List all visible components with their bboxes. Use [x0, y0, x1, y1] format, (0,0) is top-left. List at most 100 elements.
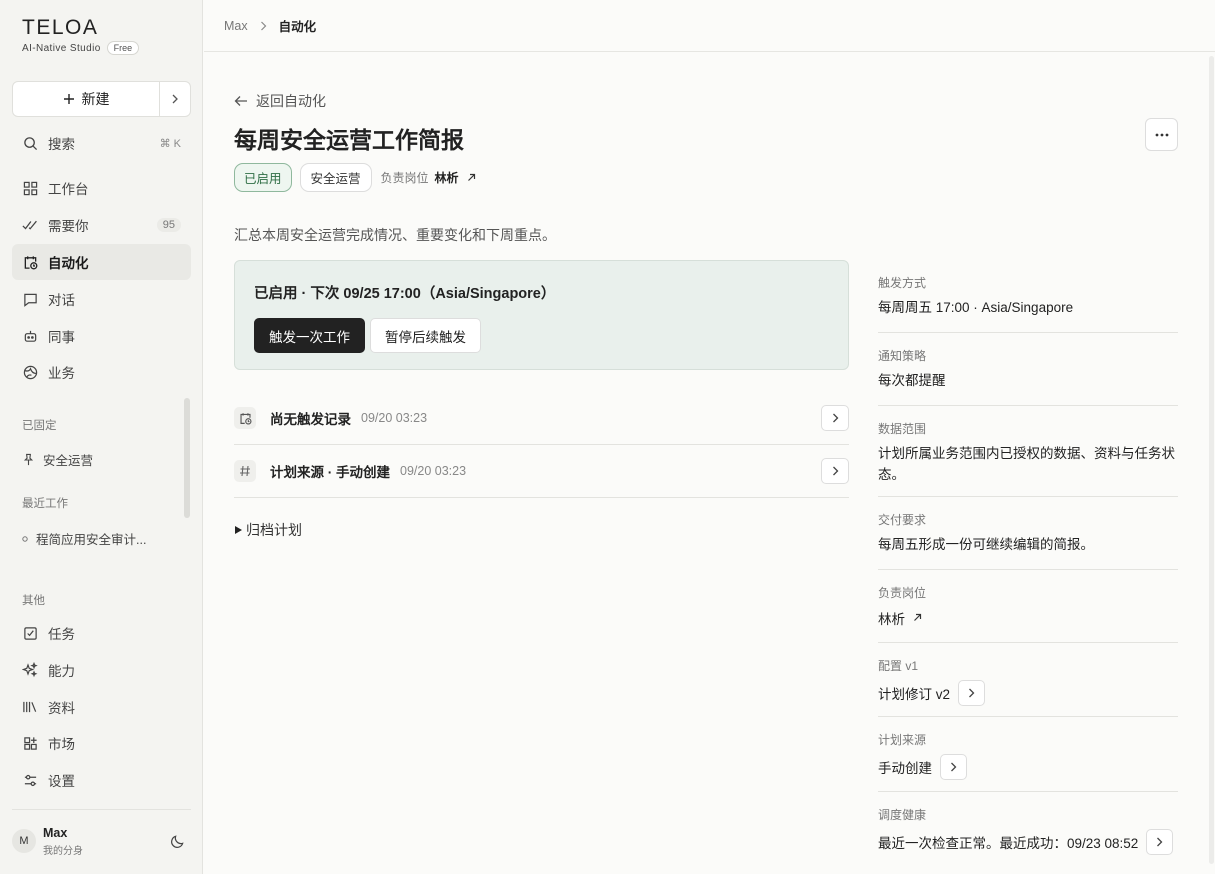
chat-icon: [22, 291, 38, 307]
category-tag[interactable]: 安全运营: [299, 163, 372, 192]
avatar: M: [12, 829, 36, 853]
trigger-once-button[interactable]: 触发一次工作: [254, 318, 365, 353]
list-item[interactable]: 计划来源 · 手动创建 09/20 03:23: [234, 445, 849, 498]
config-open-button[interactable]: [958, 680, 986, 706]
brand-logo[interactable]: TELOA AI-Native Studio Free: [22, 16, 140, 55]
new-button-label: 新建: [81, 91, 110, 107]
chevron-right-icon: [260, 21, 267, 31]
calendar-clock-icon: [22, 254, 38, 270]
list-item[interactable]: 尚无触发记录 09/20 03:23: [234, 392, 849, 445]
back-link[interactable]: 返回自动化: [234, 91, 326, 111]
sidebar-item-settings[interactable]: 设置: [12, 762, 191, 798]
brand-subtitle: AI-Native Studio: [22, 42, 101, 54]
detail-value: 最近一次检查正常。最近成功：09/23 08:52: [878, 836, 1139, 851]
detail-schedule-health: 调度健康 最近一次检查正常。最近成功：09/23 08:52: [878, 792, 1178, 865]
row-time: 09/20 03:23: [400, 464, 467, 478]
health-open-button[interactable]: [1146, 829, 1174, 855]
detail-source: 计划来源 手动创建: [878, 717, 1178, 792]
sidebar-item-search[interactable]: 搜索 ⌘ K: [12, 125, 191, 161]
user-profile[interactable]: M Max 我的分身: [12, 822, 191, 860]
detail-label: 负责岗位: [878, 586, 927, 600]
detail-value: 林析: [878, 611, 905, 627]
source-open-button[interactable]: [940, 754, 967, 780]
sidebar-item-automation[interactable]: 自动化: [12, 244, 191, 280]
row-title: 尚无触发记录: [270, 412, 351, 427]
search-icon: [22, 135, 38, 151]
sidebar-divider: [12, 809, 191, 810]
sparkle-icon: [22, 662, 38, 678]
sidebar-item-label: 能力: [48, 664, 75, 679]
pinned-item-label: 安全运营: [43, 454, 94, 468]
breadcrumb-parent[interactable]: Max: [224, 19, 248, 33]
recent-item[interactable]: 程简应用安全审计...: [22, 529, 146, 548]
plus-icon: [63, 93, 75, 105]
page-title: 每周安全运营工作简报: [234, 127, 464, 153]
detail-label: 通知策略: [878, 349, 927, 363]
next-run-status: 已启用 · 下次 09/25 17:00（Asia/Singapore）: [254, 286, 556, 302]
detail-owner: 负责岗位 林析: [878, 570, 1178, 643]
needs-you-count-badge: 95: [156, 218, 181, 232]
detail-value: 手动创建: [878, 761, 932, 776]
sidebar-item-label: 业务: [48, 366, 75, 381]
pause-trigger-button[interactable]: 暂停后续触发: [370, 318, 481, 353]
sliders-icon: [22, 772, 38, 788]
new-menu-button[interactable]: [159, 82, 190, 116]
moon-icon[interactable]: [170, 834, 185, 849]
more-horizontal-icon: [1155, 133, 1169, 137]
dot-icon: [22, 535, 28, 542]
row-open-button[interactable]: [821, 405, 849, 431]
sidebar-item-label: 搜索: [48, 137, 75, 152]
triangle-right-icon: [234, 525, 243, 535]
hash-icon: [234, 460, 256, 482]
pin-icon: [22, 453, 35, 467]
sidebar-item-workbench[interactable]: 工作台: [12, 170, 191, 206]
external-link-icon[interactable]: [467, 173, 476, 182]
sidebar-item-colleagues[interactable]: 同事: [12, 318, 191, 354]
sidebar-scrollbar[interactable]: [184, 398, 190, 518]
status-card: 已启用 · 下次 09/25 17:00（Asia/Singapore） 触发一…: [234, 260, 849, 370]
check-square-icon: [22, 625, 38, 641]
detail-data-scope: 数据范围 计划所属业务范围内已授权的数据、资料与任务状态。: [878, 406, 1178, 497]
owner-label: 负责岗位: [380, 171, 429, 185]
pinned-section-title: 已固定: [22, 420, 57, 432]
archive-label: 归档计划: [246, 522, 302, 538]
sidebar-item-label: 设置: [48, 774, 75, 789]
chevron-right-icon: [832, 413, 838, 423]
back-link-label: 返回自动化: [256, 93, 326, 109]
double-check-icon: [22, 217, 38, 233]
sidebar-item-label: 资料: [48, 701, 75, 716]
sidebar-item-library[interactable]: 资料: [12, 689, 191, 725]
sidebar-item-chat[interactable]: 对话: [12, 281, 191, 317]
detail-label: 配置 v1: [878, 659, 919, 673]
sidebar-item-label: 同事: [48, 330, 75, 345]
row-open-button[interactable]: [821, 458, 849, 484]
sidebar-item-label: 对话: [48, 293, 75, 308]
owner-link[interactable]: 林析: [435, 169, 459, 186]
apps-icon: [22, 735, 38, 751]
detail-value: 每周五形成一份可继续编辑的简报。: [878, 537, 1094, 552]
detail-value: 每周周五 17:00 · Asia/Singapore: [878, 300, 1074, 315]
new-button[interactable]: 新建: [13, 82, 159, 116]
search-shortcut: ⌘ K: [159, 137, 181, 150]
sidebar-item-capabilities[interactable]: 能力: [12, 652, 191, 688]
details-panel: 触发方式 每周周五 17:00 · Asia/Singapore 通知策略 每次…: [878, 260, 1178, 865]
sidebar-item-market[interactable]: 市场: [12, 725, 191, 761]
sidebar-item-needs-you[interactable]: 需要你 95: [12, 207, 191, 243]
arrow-left-icon: [234, 95, 248, 107]
row-title: 计划来源 · 手动创建: [270, 465, 390, 480]
detail-owner-link[interactable]: 林析: [878, 607, 1178, 628]
breadcrumb-current: 自动化: [278, 20, 317, 34]
detail-value: 计划所属业务范围内已授权的数据、资料与任务状态。: [878, 446, 1175, 482]
main-scrollbar[interactable]: [1209, 56, 1214, 864]
more-options-button[interactable]: [1145, 118, 1178, 151]
detail-label: 数据范围: [878, 422, 927, 436]
detail-value: 每次都提醒: [878, 373, 946, 388]
new-split-button: 新建: [12, 81, 191, 117]
detail-label: 触发方式: [878, 276, 927, 290]
pinned-item-security-ops[interactable]: 安全运营: [22, 450, 93, 469]
archive-toggle[interactable]: 归档计划: [234, 520, 302, 540]
user-subtitle: 我的分身: [43, 845, 83, 857]
sidebar-item-tasks[interactable]: 任务: [12, 615, 191, 651]
sidebar-item-business[interactable]: 业务: [12, 354, 191, 390]
robot-icon: [22, 328, 38, 344]
